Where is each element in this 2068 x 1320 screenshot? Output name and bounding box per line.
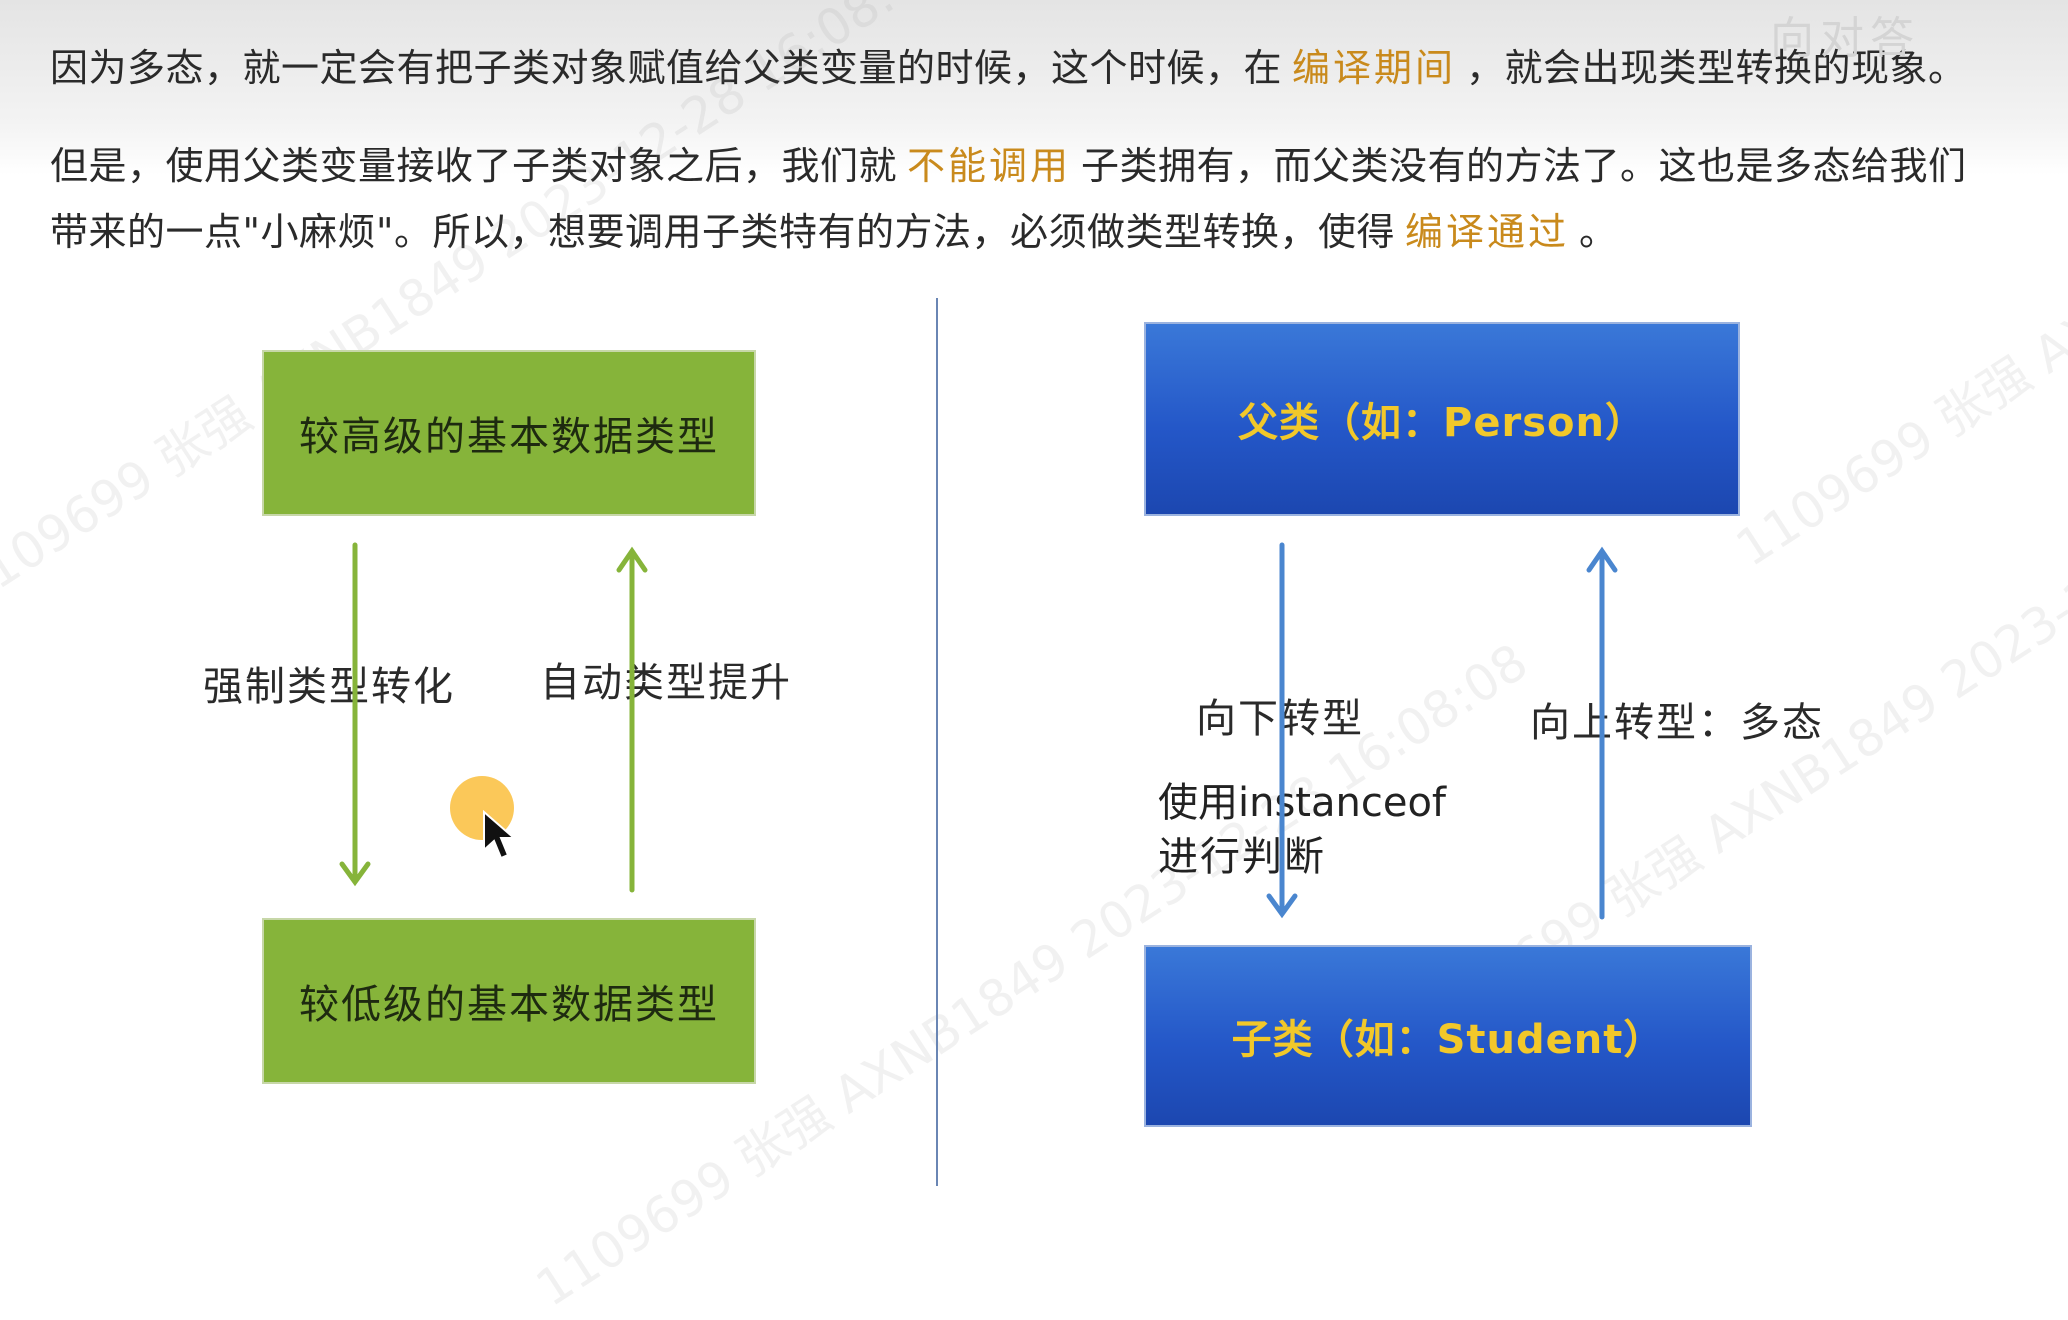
mouse-pointer-icon — [483, 810, 517, 860]
downcast-arrow — [1266, 542, 1298, 919]
upcast-arrow — [1586, 546, 1618, 920]
auto-promotion-arrow — [616, 546, 648, 893]
forced-cast-arrow — [339, 542, 371, 887]
arrows-layer — [339, 542, 1618, 920]
